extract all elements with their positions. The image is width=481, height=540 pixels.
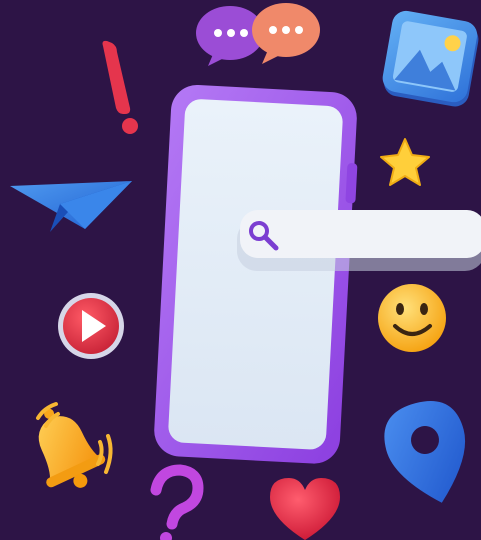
illustration-stage	[0, 0, 481, 540]
illustration-canvas	[0, 0, 481, 540]
image-gallery-icon	[382, 10, 479, 107]
play-button-icon	[58, 293, 124, 359]
search-input[interactable]	[291, 225, 471, 245]
smiley-icon	[378, 284, 446, 352]
phone	[154, 85, 358, 464]
phone-side-button	[345, 163, 358, 204]
phone-screen	[168, 99, 343, 450]
